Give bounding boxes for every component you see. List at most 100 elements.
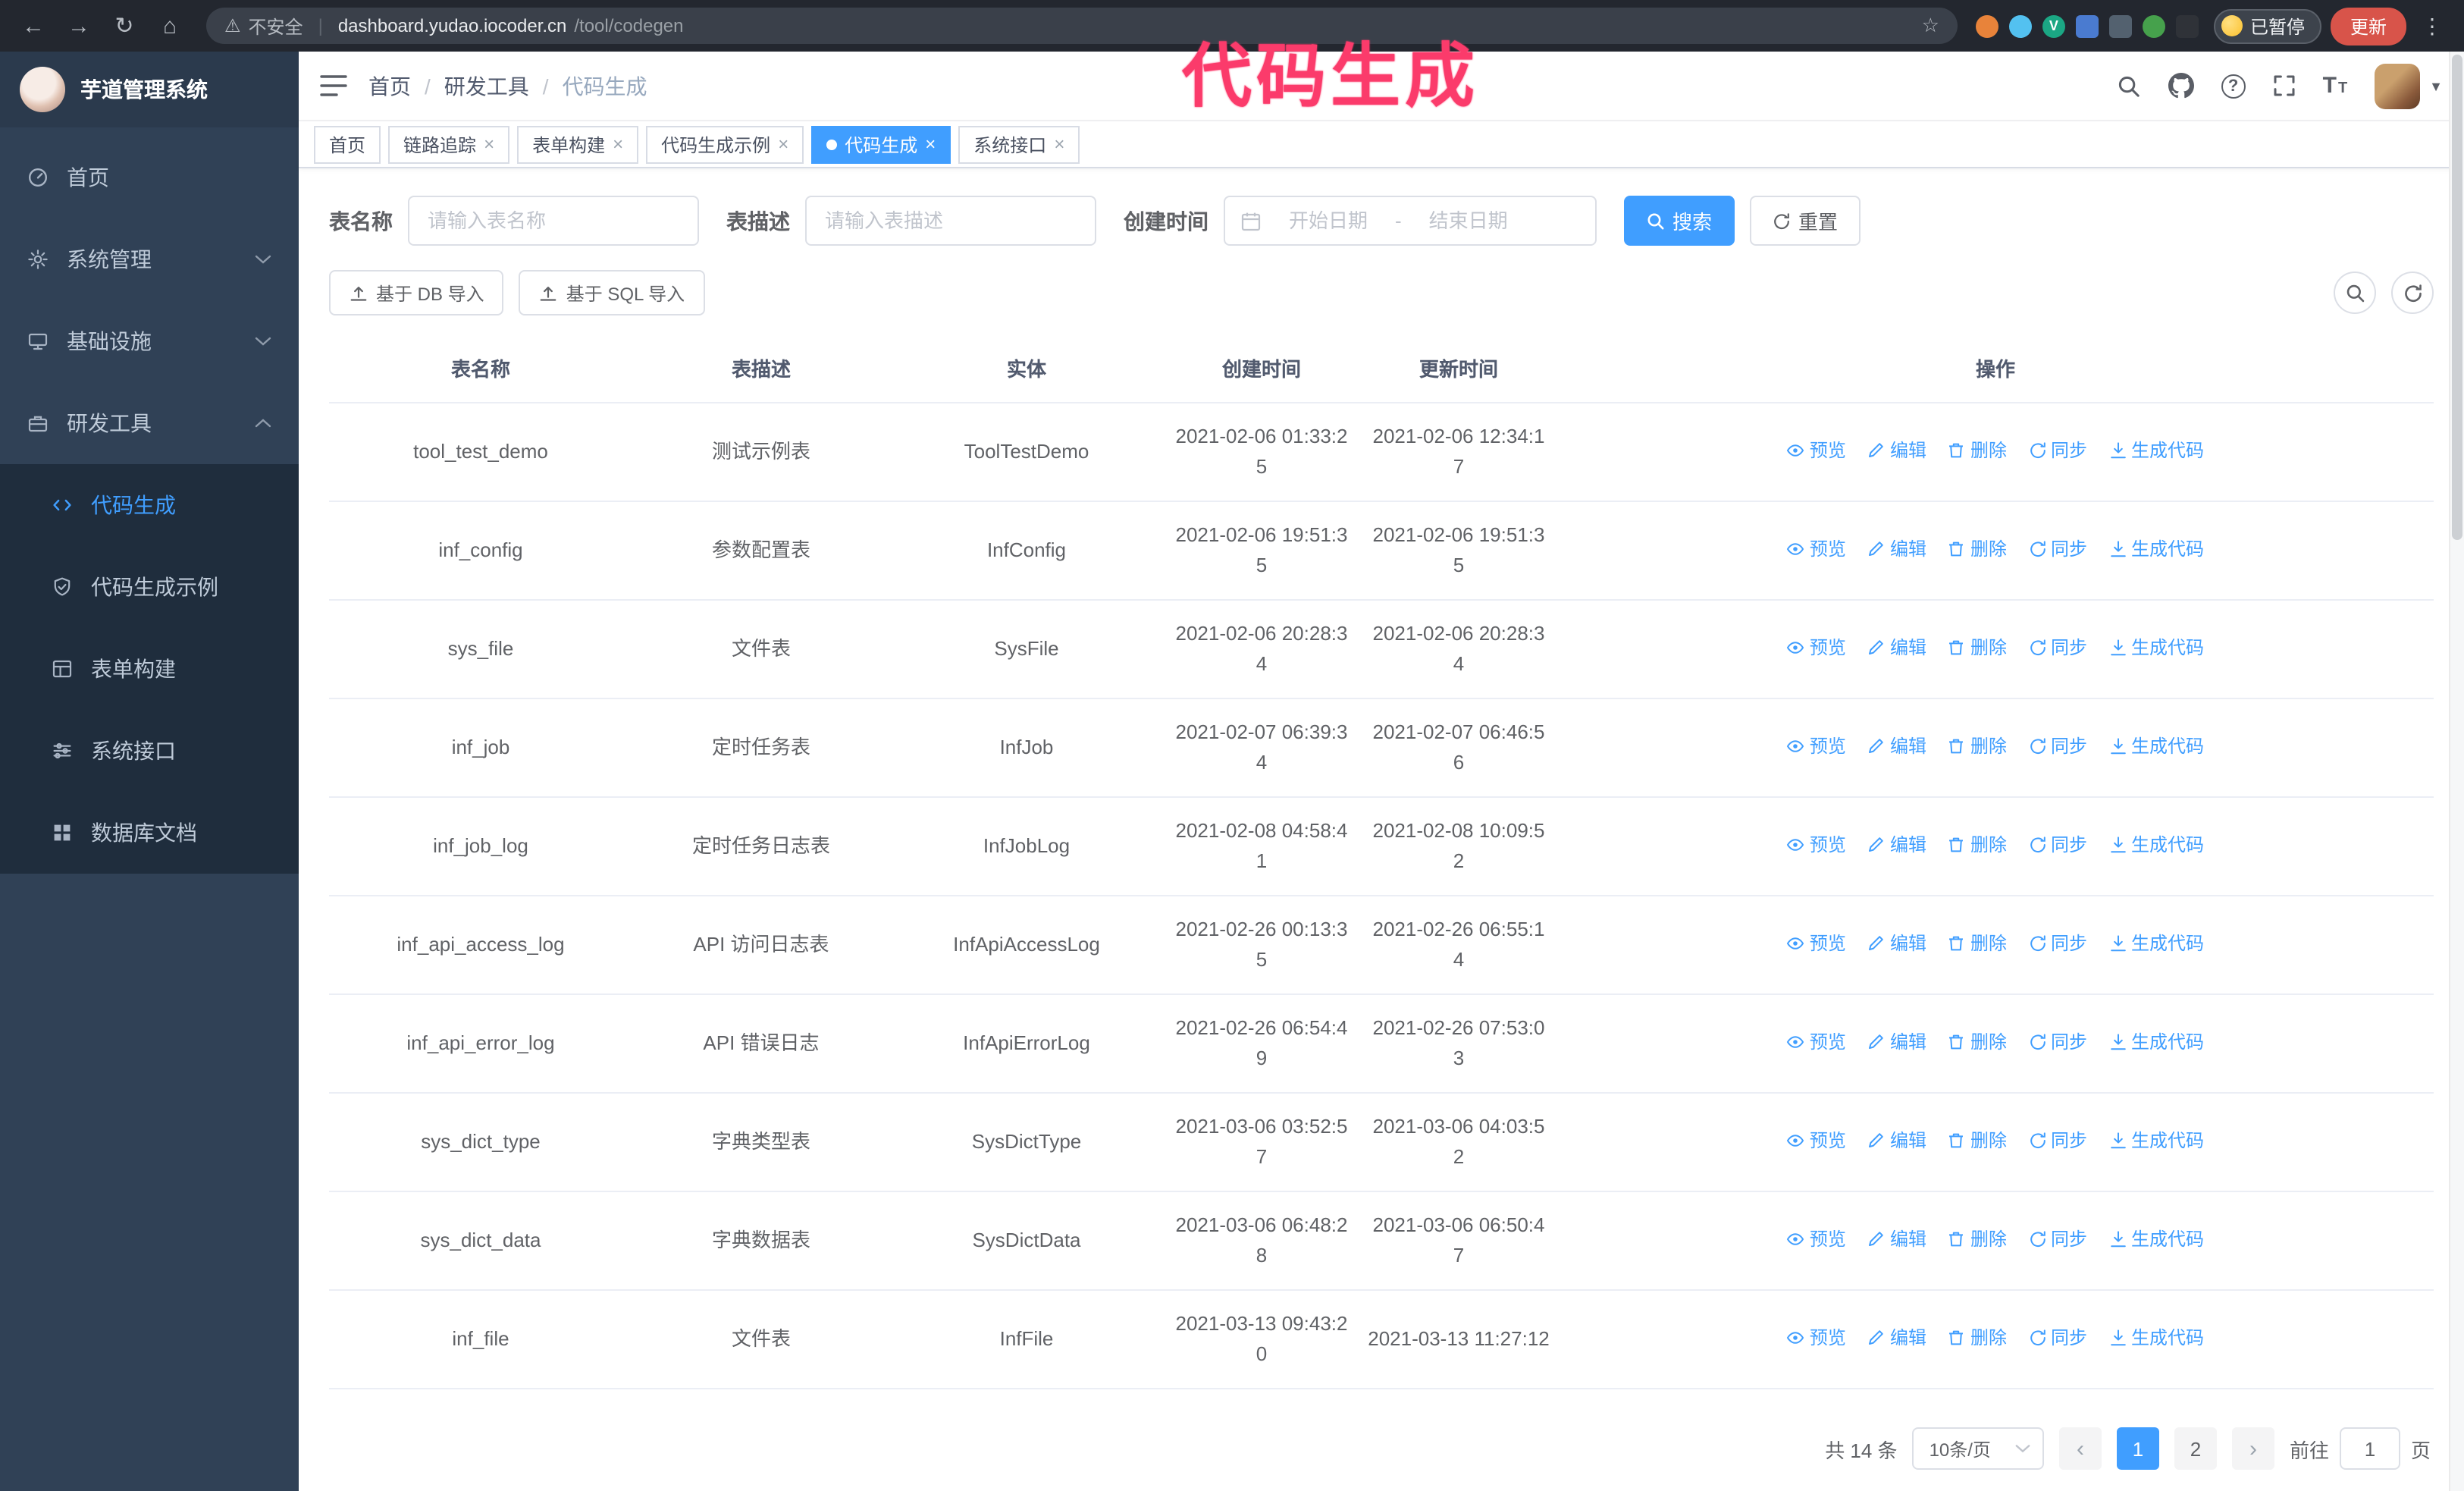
browser-menu-icon[interactable]: ⋮ bbox=[2415, 13, 2449, 39]
extension-icon[interactable] bbox=[2142, 14, 2165, 37]
sync-link[interactable]: 同步 bbox=[2028, 534, 2087, 564]
table-desc-input[interactable] bbox=[805, 196, 1096, 246]
user-menu[interactable]: ▼ bbox=[2375, 63, 2443, 108]
preview-link[interactable]: 预览 bbox=[1787, 731, 1846, 761]
edit-link[interactable]: 编辑 bbox=[1867, 435, 1926, 466]
sidebar-item-infra[interactable]: 基础设施 bbox=[0, 300, 299, 382]
page-size-select[interactable]: 10条/页 bbox=[1912, 1427, 2044, 1470]
sidebar-item-system[interactable]: 系统管理 bbox=[0, 218, 299, 300]
paused-badge[interactable]: 已暂停 bbox=[2213, 8, 2321, 43]
search-icon[interactable] bbox=[2117, 74, 2141, 98]
date-end-input[interactable] bbox=[1410, 209, 1526, 232]
delete-link[interactable]: 删除 bbox=[1948, 1323, 2007, 1353]
preview-link[interactable]: 预览 bbox=[1787, 830, 1846, 860]
delete-link[interactable]: 删除 bbox=[1948, 830, 2007, 860]
generate-code-link[interactable]: 生成代码 bbox=[2108, 534, 2204, 564]
delete-link[interactable]: 删除 bbox=[1948, 1027, 2007, 1057]
sidebar-item-codegen-example[interactable]: 代码生成示例 bbox=[0, 546, 299, 628]
reset-button[interactable]: 重置 bbox=[1750, 196, 1861, 246]
fullscreen-icon[interactable] bbox=[2273, 74, 2296, 97]
edit-link[interactable]: 编辑 bbox=[1867, 1224, 1926, 1254]
tab-codegen-example[interactable]: 代码生成示例 × bbox=[646, 125, 804, 163]
extension-icon[interactable]: V bbox=[2042, 14, 2065, 37]
github-icon[interactable] bbox=[2168, 73, 2194, 99]
edit-link[interactable]: 编辑 bbox=[1867, 928, 1926, 959]
generate-code-link[interactable]: 生成代码 bbox=[2108, 830, 2204, 860]
sync-link[interactable]: 同步 bbox=[2028, 435, 2087, 466]
toggle-search-button[interactable] bbox=[2334, 272, 2376, 314]
edit-link[interactable]: 编辑 bbox=[1867, 830, 1926, 860]
address-bar[interactable]: ⚠ 不安全 | dashboard.yudao.iocoder.cn/tool/… bbox=[206, 8, 1958, 44]
delete-link[interactable]: 删除 bbox=[1948, 534, 2007, 564]
delete-link[interactable]: 删除 bbox=[1948, 435, 2007, 466]
tab-api[interactable]: 系统接口 × bbox=[958, 125, 1080, 163]
home-icon[interactable]: ⌂ bbox=[152, 8, 188, 44]
generate-code-link[interactable]: 生成代码 bbox=[2108, 1224, 2204, 1254]
edit-link[interactable]: 编辑 bbox=[1867, 1125, 1926, 1156]
goto-page-input[interactable] bbox=[2339, 1427, 2400, 1470]
forward-icon[interactable]: → bbox=[61, 8, 97, 44]
help-icon[interactable]: ? bbox=[2221, 74, 2246, 98]
edit-link[interactable]: 编辑 bbox=[1867, 632, 1926, 663]
preview-link[interactable]: 预览 bbox=[1787, 534, 1846, 564]
breadcrumb-dev-tools[interactable]: 研发工具 bbox=[444, 71, 529, 101]
hamburger-icon[interactable] bbox=[320, 74, 347, 97]
generate-code-link[interactable]: 生成代码 bbox=[2108, 435, 2204, 466]
delete-link[interactable]: 删除 bbox=[1948, 1125, 2007, 1156]
extension-icon[interactable] bbox=[2075, 14, 2099, 37]
generate-code-link[interactable]: 生成代码 bbox=[2108, 1125, 2204, 1156]
extension-icon[interactable] bbox=[2008, 14, 2032, 37]
import-db-button[interactable]: 基于 DB 导入 bbox=[329, 270, 504, 315]
sync-link[interactable]: 同步 bbox=[2028, 1323, 2087, 1353]
bookmark-star-icon[interactable]: ☆ bbox=[1922, 14, 1939, 38]
close-icon[interactable]: × bbox=[484, 135, 494, 153]
sidebar-item-db-doc[interactable]: 数据库文档 bbox=[0, 792, 299, 874]
sidebar-item-dev-tools[interactable]: 研发工具 bbox=[0, 382, 299, 464]
preview-link[interactable]: 预览 bbox=[1787, 1224, 1846, 1254]
table-name-input[interactable] bbox=[408, 196, 699, 246]
scrollbar-thumb[interactable] bbox=[2452, 55, 2462, 540]
date-range-picker[interactable]: - bbox=[1224, 196, 1597, 246]
close-icon[interactable]: × bbox=[778, 135, 788, 153]
date-start-input[interactable] bbox=[1271, 209, 1386, 232]
sync-link[interactable]: 同步 bbox=[2028, 928, 2087, 959]
sidebar-item-api[interactable]: 系统接口 bbox=[0, 710, 299, 792]
font-size-icon[interactable]: TT bbox=[2323, 74, 2348, 97]
sync-link[interactable]: 同步 bbox=[2028, 1224, 2087, 1254]
refresh-table-button[interactable] bbox=[2391, 272, 2434, 314]
generate-code-link[interactable]: 生成代码 bbox=[2108, 1323, 2204, 1353]
extension-icon[interactable] bbox=[2108, 14, 2132, 37]
sidebar-item-home[interactable]: 首页 bbox=[0, 137, 299, 218]
sync-link[interactable]: 同步 bbox=[2028, 1027, 2087, 1057]
sync-link[interactable]: 同步 bbox=[2028, 830, 2087, 860]
edit-link[interactable]: 编辑 bbox=[1867, 534, 1926, 564]
import-sql-button[interactable]: 基于 SQL 导入 bbox=[519, 270, 705, 315]
reload-icon[interactable]: ↻ bbox=[106, 8, 143, 44]
delete-link[interactable]: 删除 bbox=[1948, 1224, 2007, 1254]
edit-link[interactable]: 编辑 bbox=[1867, 1027, 1926, 1057]
search-button[interactable]: 搜索 bbox=[1624, 196, 1735, 246]
page-button-1[interactable]: 1 bbox=[2116, 1427, 2159, 1470]
extensions-puzzle-icon[interactable] bbox=[2175, 14, 2199, 37]
generate-code-link[interactable]: 生成代码 bbox=[2108, 632, 2204, 663]
page-button-2[interactable]: 2 bbox=[2174, 1427, 2217, 1470]
tab-codegen[interactable]: 代码生成 × bbox=[811, 125, 951, 163]
preview-link[interactable]: 预览 bbox=[1787, 1323, 1846, 1353]
next-page-button[interactable]: › bbox=[2231, 1427, 2274, 1470]
extension-icon[interactable] bbox=[1975, 14, 1998, 37]
preview-link[interactable]: 预览 bbox=[1787, 632, 1846, 663]
logo[interactable]: 芋道管理系统 bbox=[0, 52, 299, 127]
tab-home[interactable]: 首页 bbox=[314, 125, 381, 163]
sync-link[interactable]: 同步 bbox=[2028, 632, 2087, 663]
update-button[interactable]: 更新 bbox=[2330, 7, 2406, 45]
generate-code-link[interactable]: 生成代码 bbox=[2108, 731, 2204, 761]
breadcrumb-home[interactable]: 首页 bbox=[368, 71, 411, 101]
sync-link[interactable]: 同步 bbox=[2028, 1125, 2087, 1156]
preview-link[interactable]: 预览 bbox=[1787, 1125, 1846, 1156]
delete-link[interactable]: 删除 bbox=[1948, 928, 2007, 959]
sync-link[interactable]: 同步 bbox=[2028, 731, 2087, 761]
tab-form-builder[interactable]: 表单构建 × bbox=[517, 125, 639, 163]
sidebar-item-form-builder[interactable]: 表单构建 bbox=[0, 628, 299, 710]
edit-link[interactable]: 编辑 bbox=[1867, 1323, 1926, 1353]
preview-link[interactable]: 预览 bbox=[1787, 1027, 1846, 1057]
